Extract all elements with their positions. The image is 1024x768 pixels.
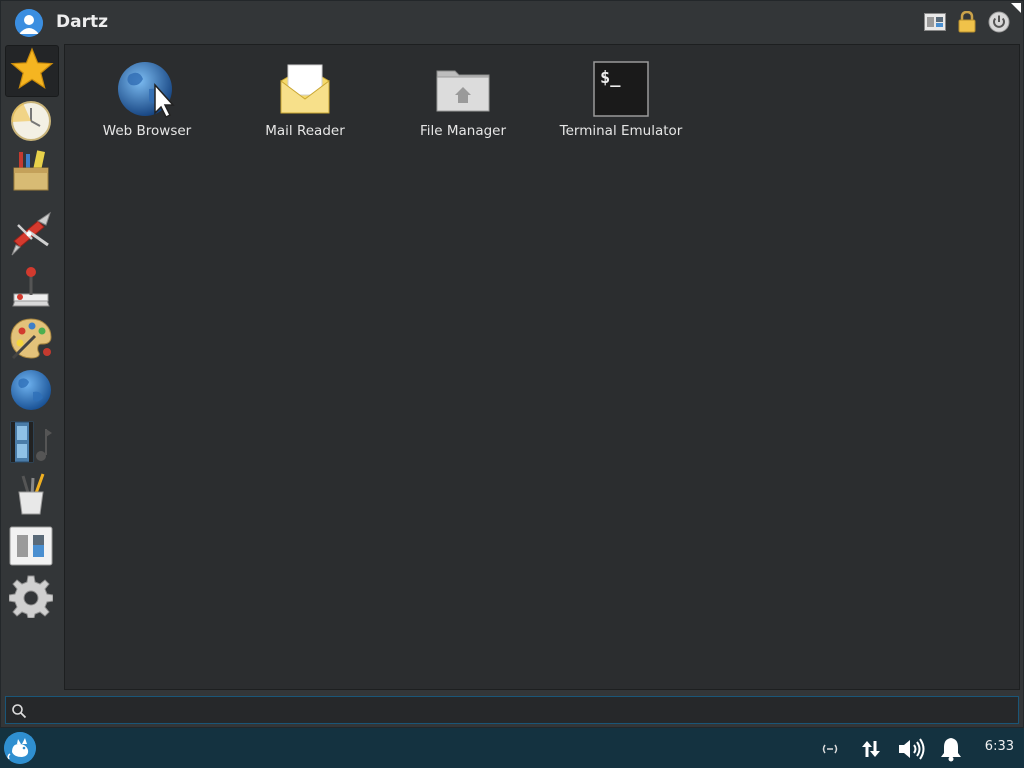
lock-icon[interactable] [955,10,979,34]
graphics-palette-icon [9,316,53,364]
search-input[interactable] [32,699,1016,723]
category-games[interactable] [5,263,57,313]
search-bar [5,696,1019,724]
network-idle-icon[interactable] [817,736,843,762]
system-gear-icon [8,574,54,622]
terminal-emulator-icon: $_ [591,59,651,119]
category-internet[interactable] [5,367,57,417]
clock[interactable]: 6:33 [985,739,1014,754]
category-sidebar [3,43,61,689]
xfce-mouse-icon [4,732,36,764]
app-label: Web Browser [102,123,192,139]
transfer-arrows-icon[interactable] [858,736,884,762]
office-brushes-icon [9,472,53,520]
settings-switch-icon [9,526,53,570]
app-label: Mail Reader [265,123,345,139]
avatar-icon[interactable] [15,9,43,37]
whisker-menu-window: Dartz Web Browser Mail Reader File Manag… [0,0,1024,728]
category-settings[interactable] [5,523,57,573]
app-label: Terminal Emulator [559,123,683,139]
category-system[interactable] [5,573,57,623]
category-favorites[interactable] [5,45,59,97]
internet-globe-icon [9,368,53,416]
volume-icon[interactable] [896,736,928,762]
category-graphics[interactable] [5,315,57,365]
taskbar: 6:33 [0,728,1024,768]
app-mail-reader[interactable]: Mail Reader [230,59,380,144]
category-system-tools[interactable] [5,211,57,261]
category-accessories[interactable] [5,147,57,197]
web-browser-icon [117,59,177,119]
app-label: File Manager [419,123,507,139]
power-icon[interactable] [987,10,1011,34]
category-recently-used[interactable] [5,97,57,147]
system-tools-knife-icon [8,211,54,261]
favorites-content-area: Web Browser Mail Reader File Manager $_ … [64,44,1020,690]
username-label: Dartz [56,12,108,32]
favorites-star-icon [10,47,54,95]
app-web-browser[interactable]: Web Browser [72,59,222,144]
games-joystick-icon [9,264,53,312]
whisker-menu-button[interactable] [4,732,36,764]
category-multimedia[interactable] [5,419,57,469]
category-office[interactable] [5,471,57,521]
notification-bell-icon[interactable] [938,736,964,762]
accessories-icon [9,148,53,196]
menu-header: Dartz [1,1,1023,45]
resize-corner-icon[interactable] [1011,3,1021,13]
app-file-manager[interactable]: File Manager [388,59,538,144]
recently-used-clock-icon [9,98,53,146]
mail-reader-icon [275,59,335,119]
terminal-glyph: $_ [600,68,621,88]
search-icon [11,703,27,719]
app-terminal-emulator[interactable]: $_ Terminal Emulator [546,59,696,144]
file-manager-icon [433,59,493,119]
multimedia-icon [8,419,54,469]
settings-manager-icon[interactable] [923,10,947,34]
